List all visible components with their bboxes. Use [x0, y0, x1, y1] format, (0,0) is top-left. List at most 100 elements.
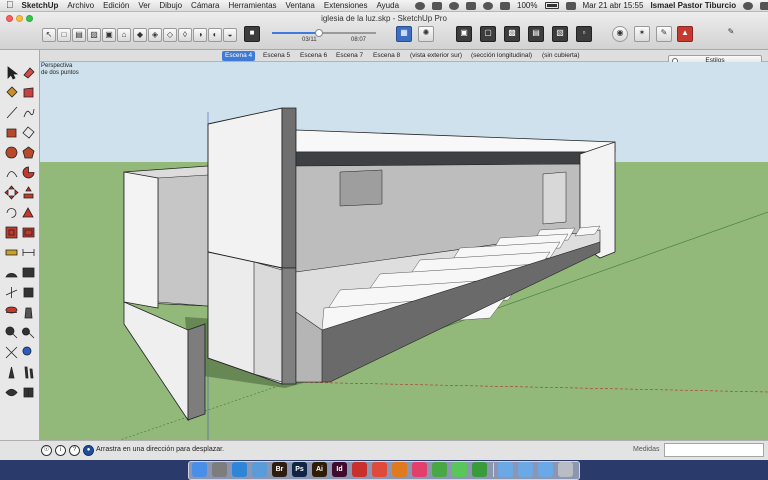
zoom-window-tool-icon[interactable] — [21, 325, 36, 340]
arc-tool-icon[interactable] — [4, 165, 19, 180]
toolbar-xray-style-icon[interactable]: ▣ — [456, 26, 472, 42]
rotate-tool-icon[interactable] — [4, 205, 19, 220]
toolbar-iso-view-icon[interactable]: ◆ — [133, 28, 147, 42]
wifi-tray-icon[interactable] — [483, 1, 494, 10]
tape-measure-tool-icon[interactable] — [4, 245, 19, 260]
select-tool-icon[interactable] — [4, 65, 19, 80]
facetime-icon[interactable] — [472, 462, 487, 477]
3d-text-tool-icon[interactable] — [21, 285, 36, 300]
chrome-icon[interactable] — [372, 462, 387, 477]
toolbar-print-icon[interactable]: ▣ — [102, 28, 116, 42]
volume-tray-icon[interactable] — [500, 1, 511, 10]
messages-icon[interactable] — [452, 462, 467, 477]
rectangle-tool-icon[interactable] — [4, 125, 19, 140]
trash-icon[interactable] — [558, 462, 573, 477]
line-tool-icon[interactable] — [4, 105, 19, 120]
launchpad-icon[interactable] — [212, 462, 227, 477]
evernote-icon[interactable] — [432, 462, 447, 477]
polygon-tool-icon[interactable] — [21, 145, 36, 160]
toolbar-paint-icon[interactable]: ✎ — [656, 26, 672, 42]
toolbar-wireframe-style-icon[interactable]: ▢ — [480, 26, 496, 42]
toolbar-extension-warehouse-icon[interactable]: ✶ — [634, 26, 650, 42]
menu-edicion[interactable]: Edición — [103, 1, 129, 10]
tab-escena-7[interactable]: Escena 7 — [333, 51, 366, 61]
shadow-time-slider[interactable] — [272, 29, 376, 37]
menu-dibujo[interactable]: Dibujo — [159, 1, 182, 10]
toolbar-hidden-line-style-icon[interactable]: ▩ — [504, 26, 520, 42]
toolbar-front-view-icon[interactable]: ◇ — [163, 28, 177, 42]
toolbar-select-icon[interactable]: ↖ — [42, 28, 56, 42]
dropbox-tray-icon[interactable] — [415, 1, 426, 10]
bluetooth-tray-icon[interactable] — [466, 1, 477, 10]
menu-extensiones[interactable]: Extensiones — [324, 1, 368, 10]
previous-view-tool-icon[interactable] — [21, 345, 36, 360]
paint-bucket-tool-icon[interactable] — [4, 85, 19, 100]
safari-icon[interactable] — [232, 462, 247, 477]
tab-escena-4[interactable]: Escena 4 — [222, 51, 256, 61]
flag-tray-icon[interactable] — [565, 1, 576, 10]
position-camera-tool-icon[interactable] — [4, 365, 19, 380]
folder-icon[interactable] — [498, 462, 513, 477]
toolbar-monochrome-style-icon[interactable]: ▫ — [576, 26, 592, 42]
toolbar-profile-icon[interactable]: ▲ — [677, 26, 693, 42]
indesign-icon[interactable]: Id — [332, 462, 347, 477]
pie-tool-icon[interactable] — [21, 165, 36, 180]
section-plane-tool-icon[interactable] — [21, 385, 36, 400]
toolbar-save-icon[interactable]: ▨ — [87, 28, 101, 42]
protractor-tool-icon[interactable] — [4, 265, 19, 280]
text-tool-icon[interactable] — [21, 265, 36, 280]
toolbar-textured-style-icon[interactable]: ▧ — [552, 26, 568, 42]
pan-tool-icon[interactable] — [21, 305, 36, 320]
offset-tool-icon[interactable] — [21, 225, 36, 240]
zoom-extents-tool-icon[interactable] — [4, 345, 19, 360]
itunes-icon[interactable] — [412, 462, 427, 477]
downloads-icon[interactable] — [538, 462, 553, 477]
spotlight-icon[interactable] — [743, 1, 754, 10]
menu-app-name[interactable]: SketchUp — [22, 1, 59, 10]
toolbar-section-plane-icon[interactable]: ▦ — [396, 26, 412, 42]
follow-me-tool-icon[interactable] — [21, 205, 36, 220]
photoshop-icon[interactable]: Ps — [292, 462, 307, 477]
documents-icon[interactable] — [518, 462, 533, 477]
mail-icon[interactable] — [252, 462, 267, 477]
walk-tool-icon[interactable] — [21, 365, 36, 380]
tab-sin-cubierta[interactable]: (sin cubierta) — [539, 51, 583, 61]
tab-escena-5[interactable]: Escena 5 — [260, 51, 293, 61]
toolbar-bottom-view-icon[interactable]: ◒ — [223, 28, 237, 42]
apple-menu-icon[interactable]:  — [6, 0, 14, 12]
tab-vista-exterior-sur[interactable]: (vista exterior sur) — [407, 51, 465, 61]
battery-icon[interactable] — [544, 2, 559, 9]
toolbar-shadows-icon[interactable]: ■ — [244, 26, 260, 42]
drive-tray-icon[interactable] — [432, 1, 443, 10]
notification-center-icon[interactable] — [760, 1, 768, 10]
dimension-tool-icon[interactable] — [21, 245, 36, 260]
credits-icon[interactable]: i — [55, 445, 66, 456]
zoom-tool-icon[interactable] — [4, 325, 19, 340]
geolocation-icon[interactable]: ☉ — [41, 445, 52, 456]
move-tool-icon[interactable] — [4, 185, 19, 200]
toolbar-top-view-icon[interactable]: ◈ — [148, 28, 162, 42]
look-around-tool-icon[interactable] — [4, 385, 19, 400]
finder-icon[interactable] — [192, 462, 207, 477]
push-pull-tool-icon[interactable] — [21, 185, 36, 200]
axes-tool-icon[interactable] — [4, 285, 19, 300]
orbit-tool-icon[interactable] — [4, 305, 19, 320]
menu-ver[interactable]: Ver — [138, 1, 150, 10]
firefox-icon[interactable] — [392, 462, 407, 477]
menu-herramientas[interactable]: Herramientas — [229, 1, 277, 10]
measurements-input[interactable] — [664, 443, 764, 457]
toolbar-back-view-icon[interactable]: ◑ — [193, 28, 207, 42]
toolbar-3d-warehouse-icon[interactable]: ◉ — [612, 26, 628, 42]
model-viewport[interactable]: Perspectiva de dos puntos — [40, 62, 768, 440]
toolbar-right-view-icon[interactable]: ◊ — [178, 28, 192, 42]
toolbar-open-icon[interactable]: ▤ — [72, 28, 86, 42]
menu-ayuda[interactable]: Ayuda — [376, 1, 399, 10]
user-name[interactable]: Ismael Pastor Tiburcio — [650, 1, 736, 10]
license-icon[interactable]: ? — [69, 445, 80, 456]
make-component-tool-icon[interactable] — [21, 85, 36, 100]
eraser-tool-icon[interactable] — [21, 65, 36, 80]
toolbar-left-view-icon[interactable]: ◐ — [208, 28, 222, 42]
rotated-rectangle-tool-icon[interactable] — [21, 125, 36, 140]
toolbar-section-display-icon[interactable]: ✺ — [418, 26, 434, 42]
model-scene[interactable] — [40, 62, 768, 440]
